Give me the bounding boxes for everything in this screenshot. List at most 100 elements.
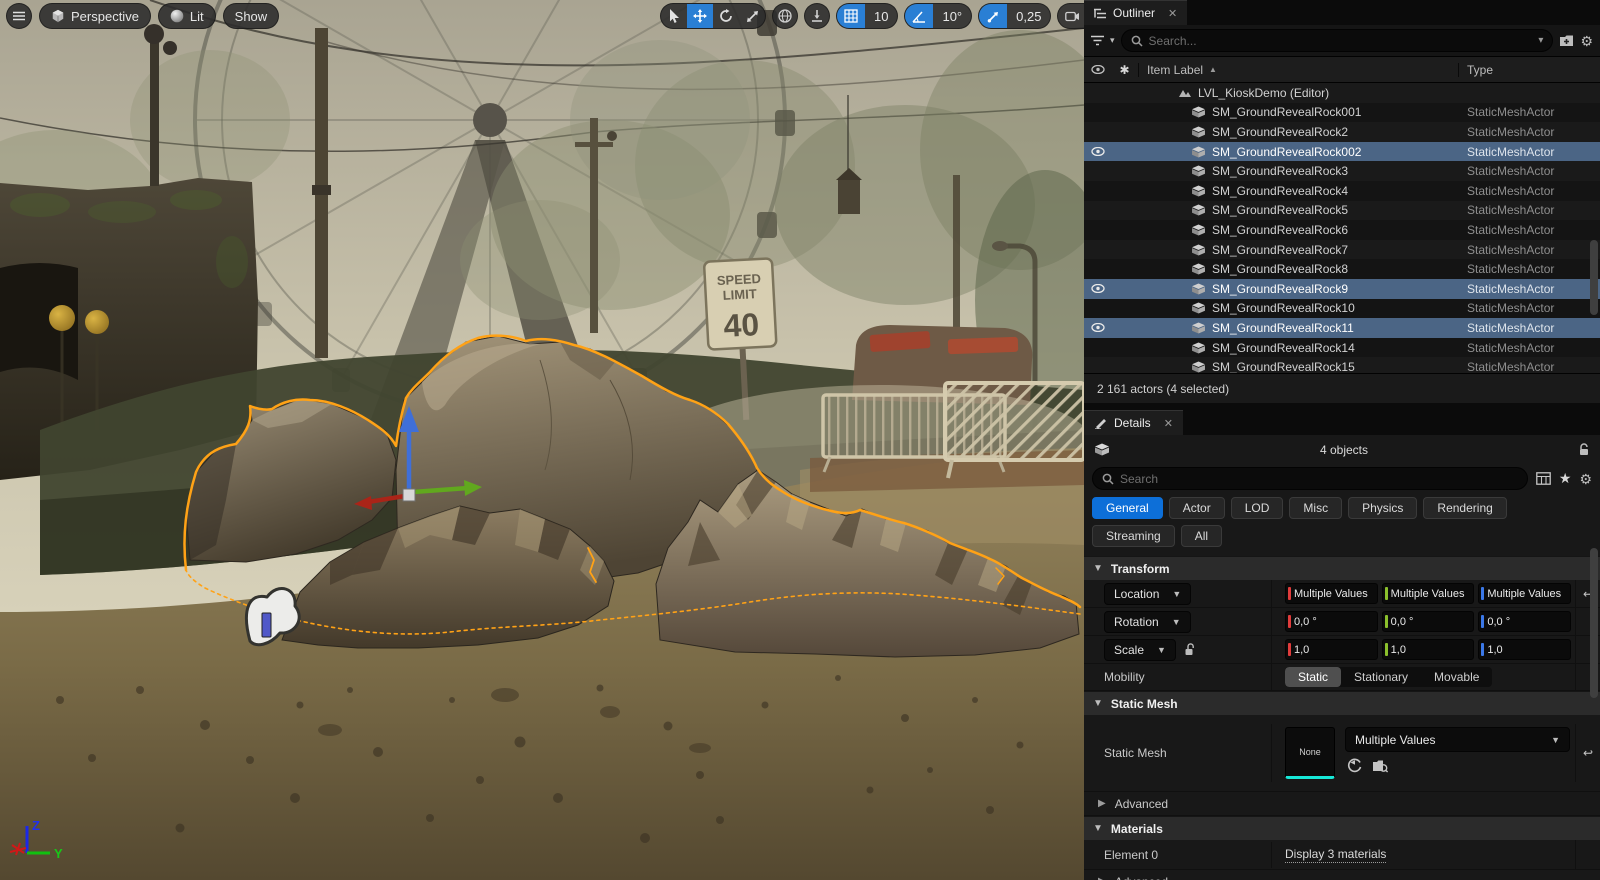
filter-chip[interactable]: All [1181,525,1222,547]
visibility-column-header[interactable] [1084,65,1111,74]
unlock-icon[interactable] [1578,443,1590,456]
viewport-scene[interactable]: SPEED LIMIT 40 [0,0,1084,880]
outliner-actor-row[interactable]: SM_GroundRevealRock7 StaticMeshActor [1084,240,1600,260]
details-scrollbar[interactable] [1590,548,1598,698]
location-dropdown[interactable]: Location▼ [1104,583,1191,605]
item-label-column-header[interactable]: Item Label ▲ [1138,63,1458,77]
filter-chip[interactable]: Rendering [1423,497,1506,519]
revert-static-mesh-button[interactable]: ↩ [1575,724,1600,782]
rotation-snap-value[interactable]: 10° [933,4,971,28]
outliner-tab[interactable]: Outliner ✕ [1084,0,1187,25]
outliner-actor-row[interactable]: SM_GroundRevealRock6 StaticMeshActor [1084,220,1600,240]
filter-chip[interactable]: Actor [1169,497,1225,519]
outliner-icon [1094,8,1106,19]
select-tool-button[interactable] [661,4,687,28]
outliner-actor-row[interactable]: SM_GroundRevealRock001 StaticMeshActor [1084,103,1600,123]
outliner-actor-row[interactable]: SM_GroundRevealRock9 StaticMeshActor [1084,279,1600,299]
level-row[interactable]: LVL_KioskDemo (Editor) [1084,83,1600,103]
rotation-snap-button[interactable] [905,4,933,28]
scale-x-field[interactable]: 1,0 [1285,639,1378,660]
camera-speed-button[interactable] [1058,4,1084,28]
filter-chip[interactable]: Streaming [1092,525,1175,547]
search-options-chevron-icon[interactable]: ▾ [1538,35,1543,46]
filter-chip[interactable]: Physics [1348,497,1417,519]
grid-snap-button[interactable] [837,4,865,28]
filter-chip[interactable]: General [1092,497,1163,519]
outliner-actor-row[interactable]: SM_GroundRevealRock10 StaticMeshActor [1084,299,1600,319]
mobility-option[interactable]: Stationary [1341,667,1421,687]
viewport-options-button[interactable] [6,3,32,29]
hamburger-icon [13,11,25,21]
rotation-dropdown[interactable]: Rotation▼ [1104,611,1191,633]
outliner-actor-row[interactable]: SM_GroundRevealRock11 StaticMeshActor [1084,318,1600,338]
filter-chip[interactable]: Misc [1289,497,1342,519]
location-x-field[interactable]: Multiple Values [1285,583,1378,604]
eye-icon[interactable] [1084,284,1111,293]
outliner-actor-row[interactable]: SM_GroundRevealRock15 StaticMeshActor [1084,357,1600,373]
eye-icon[interactable] [1084,323,1111,332]
scale-tool-button[interactable] [739,4,765,28]
grid-snap-value[interactable]: 10 [865,4,897,28]
details-close-icon[interactable]: ✕ [1164,417,1173,430]
show-button[interactable]: Show [223,3,280,29]
filter-chevron-icon[interactable]: ▾ [1110,35,1115,46]
scale-snap-button[interactable] [979,4,1007,28]
perspective-button[interactable]: Perspective [39,3,151,29]
camera-icon [1065,11,1080,22]
favorites-star-icon[interactable]: ★ [1559,470,1572,487]
lit-button[interactable]: Lit [158,3,216,29]
filter-icon[interactable] [1091,35,1104,46]
display-options-icon[interactable] [1536,472,1551,485]
scale-snap-value[interactable]: 0,25 [1007,4,1050,28]
outliner-actor-row[interactable]: SM_GroundRevealRock002 StaticMeshActor [1084,142,1600,162]
static-mesh-combo[interactable]: Multiple Values ▼ [1345,727,1570,752]
outliner-actor-row[interactable]: SM_GroundRevealRock2 StaticMeshActor [1084,122,1600,142]
mobility-option[interactable]: Static [1285,667,1341,687]
world-space-button[interactable] [772,3,798,29]
rotation-y-field[interactable]: 0,0 ° [1382,611,1475,632]
outliner-actor-row[interactable]: SM_GroundRevealRock14 StaticMeshActor [1084,338,1600,358]
materials-section-header[interactable]: ▼ Materials [1084,816,1600,840]
use-selected-asset-icon[interactable] [1347,758,1362,773]
filter-chip[interactable]: LOD [1231,497,1284,519]
mobility-option[interactable]: Movable [1421,667,1492,687]
details-search-input[interactable]: Search [1092,467,1528,490]
outliner-search-input[interactable]: Search... ▾ [1121,29,1554,52]
surface-snapping-button[interactable] [804,3,830,29]
outliner-close-icon[interactable]: ✕ [1168,7,1177,20]
scale-z-field[interactable]: 1,0 [1478,639,1571,660]
materials-advanced-row[interactable]: ▶ Advanced [1084,870,1600,880]
static-mesh-section-header[interactable]: ▼ Static Mesh [1084,691,1600,715]
browse-asset-icon[interactable] [1372,758,1388,773]
display-materials-link[interactable]: Display 3 materials [1285,847,1386,863]
scale-y-field[interactable]: 1,0 [1382,639,1475,660]
add-item-button[interactable] [1559,34,1574,47]
location-row: Location▼ Multiple Values Multiple Value… [1084,580,1600,608]
outliner-actor-row[interactable]: SM_GroundRevealRock3 StaticMeshActor [1084,161,1600,181]
viewport-3d[interactable]: SPEED LIMIT 40 [0,0,1084,880]
location-z-field[interactable]: Multiple Values [1478,583,1571,604]
favorite-column-header[interactable]: ✱ [1111,63,1138,77]
location-y-field[interactable]: Multiple Values [1382,583,1475,604]
transform-section-header[interactable]: ▼ Transform [1084,556,1600,580]
actor-type: StaticMeshActor [1467,223,1600,237]
outliner-actor-row[interactable]: SM_GroundRevealRock8 StaticMeshActor [1084,259,1600,279]
rotation-z-field[interactable]: 0,0 ° [1478,611,1571,632]
scale-dropdown[interactable]: Scale▼ [1104,639,1176,661]
details-settings-gear-icon[interactable]: ⚙ [1579,472,1592,486]
outliner-settings-gear-icon[interactable]: ⚙ [1580,34,1593,48]
details-tab[interactable]: Details ✕ [1084,410,1183,435]
outliner-actor-row[interactable]: SM_GroundRevealRock5 StaticMeshActor [1084,201,1600,221]
scale-icon [746,10,759,23]
static-mesh-advanced-row[interactable]: ▶ Advanced [1084,792,1600,816]
scale-unlock-icon[interactable] [1184,643,1195,656]
move-tool-button[interactable] [687,4,713,28]
static-mesh-thumbnail[interactable]: None [1285,727,1335,779]
outliner-scrollbar[interactable] [1590,240,1598,315]
type-column-header[interactable]: Type [1458,63,1600,77]
rotation-x-field[interactable]: 0,0 ° [1285,611,1378,632]
outliner-actor-row[interactable]: SM_GroundRevealRock4 StaticMeshActor [1084,181,1600,201]
rotate-tool-button[interactable] [713,4,739,28]
eye-icon[interactable] [1084,147,1111,156]
lit-label: Lit [190,9,204,24]
